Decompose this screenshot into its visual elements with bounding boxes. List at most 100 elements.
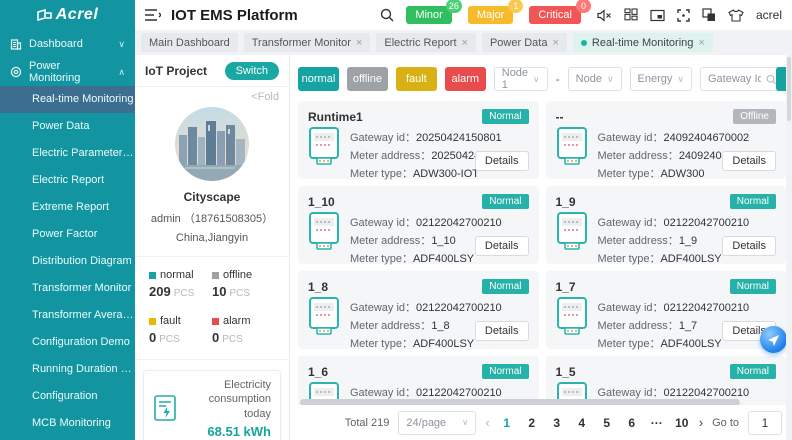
gateway-id: 02122042700210	[416, 217, 502, 229]
meter-address: 1_8	[431, 320, 449, 332]
gateway-id: 02122042700210	[664, 217, 750, 229]
tab-transformer-monitor[interactable]: Transformer Monitor ×	[244, 33, 371, 52]
sidebar-item-real-time-monitoring[interactable]: Real-time Monitoring	[0, 86, 135, 113]
major-alarm-badge[interactable]: Major1	[468, 6, 514, 24]
sidebar-item-power-monitoring[interactable]: Power Monitoring ∧	[0, 58, 135, 86]
theme-layers-icon[interactable]	[702, 8, 716, 22]
sidebar-item-running-duration-report[interactable]: Running Duration Report	[0, 356, 135, 383]
offline-legend-square	[212, 272, 219, 279]
theme-shirt-icon[interactable]	[728, 9, 744, 22]
next-page-button[interactable]: ›	[699, 415, 703, 430]
electricity-consumption-card[interactable]: Electricity consumption today 68.51 kWh	[143, 370, 281, 440]
vertical-scrollbar[interactable]	[786, 55, 792, 440]
filter-offline-button[interactable]: offline	[347, 67, 388, 91]
sidebar-item-power-data[interactable]: Power Data	[0, 113, 135, 140]
sidebar-item-transformer-monitor[interactable]: Transformer Monitor	[0, 275, 135, 302]
project-admin: admin （18761508305）	[135, 210, 289, 226]
meter-icon	[308, 297, 340, 335]
fault-legend-square	[149, 318, 156, 325]
switch-project-button[interactable]: Switch	[225, 62, 279, 80]
page-ellipsis[interactable]: ···	[649, 416, 665, 430]
critical-alarm-badge[interactable]: Critical0	[529, 6, 581, 24]
mute-icon[interactable]	[597, 9, 612, 22]
details-button[interactable]: Details	[475, 151, 529, 171]
meter-type: ADW300-IOT	[413, 168, 479, 180]
details-button[interactable]: Details	[722, 236, 776, 256]
details-button[interactable]: Details	[475, 236, 529, 256]
page-number-5[interactable]: 5	[599, 416, 615, 430]
page-number-2[interactable]: 2	[524, 416, 540, 430]
node-select-2[interactable]: Node∨	[568, 67, 622, 91]
details-button[interactable]: Details	[475, 321, 529, 341]
device-name: 1_9	[556, 195, 576, 209]
acrel-logo-icon	[37, 9, 52, 22]
status-badge: Normal	[482, 194, 528, 209]
user-name[interactable]: acrel	[756, 8, 782, 22]
stat-alarm: alarm 0PCS	[212, 315, 275, 345]
sidebar-item-extreme-report[interactable]: Extreme Report	[0, 194, 135, 221]
sidebar-item-configuration[interactable]: Configuration	[0, 383, 135, 410]
meter-icon	[556, 297, 588, 335]
alarm-summary: Minor26 Major1 Critical0	[406, 6, 581, 24]
screen-monitor-icon[interactable]	[650, 9, 665, 22]
tab-real-time-monitoring[interactable]: Real-time Monitoring ×	[573, 33, 713, 52]
iot-ems-platform-page: Acrel Dashboard ∨ Power Monitoring ∧ Rea…	[0, 0, 792, 440]
sidebar-item-distribution-diagram[interactable]: Distribution Diagram	[0, 248, 135, 275]
sidebar-item-mcb-monitoring[interactable]: MCB Monitoring	[0, 410, 135, 437]
goto-page-input[interactable]	[748, 411, 782, 435]
energy-select[interactable]: Energy∨	[630, 67, 692, 91]
cityscape-image	[175, 107, 249, 181]
close-icon[interactable]: ×	[462, 37, 468, 49]
minor-alarm-badge[interactable]: Minor26	[406, 6, 452, 24]
details-button[interactable]: Details	[722, 151, 776, 171]
fullscreen-icon[interactable]	[677, 9, 690, 22]
collapse-menu-icon[interactable]	[145, 9, 161, 21]
per-page-select[interactable]: 24/page∨	[398, 411, 476, 435]
header-actions: Minor26 Major1 Critical0 acrel	[380, 6, 782, 24]
tab-power-data[interactable]: Power Data ×	[482, 33, 567, 52]
gateway-id: 02122042700210	[664, 302, 750, 314]
tab-main-dashboard[interactable]: Main Dashboard	[141, 33, 238, 52]
page-number-1[interactable]: 1	[499, 416, 515, 430]
status-badge: Normal	[730, 279, 776, 294]
active-tab-dot	[581, 40, 587, 46]
chevron-down-icon: ∨	[607, 74, 614, 85]
floating-assistant-button[interactable]	[760, 326, 787, 353]
device-card: 1_7 Normal Gateway id：02122042700210 Met…	[546, 271, 787, 349]
filter-alarm-button[interactable]: alarm	[445, 67, 486, 91]
sidebar-item-transformer-average-load[interactable]: Transformer Average Loa...	[0, 302, 135, 329]
close-icon[interactable]: ×	[698, 37, 704, 49]
gateway-id: 02122042700210	[416, 302, 502, 314]
page-number-4[interactable]: 4	[574, 416, 590, 430]
sidebar-item-electric-parameter-report[interactable]: Electric Parameter Report	[0, 140, 135, 167]
sidebar: Acrel Dashboard ∨ Power Monitoring ∧ Rea…	[0, 0, 135, 440]
device-name: Runtime1	[308, 110, 363, 124]
fold-panel-link[interactable]: <Fold	[135, 87, 289, 103]
sidebar-item-configuration-demo[interactable]: Configuration Demo	[0, 329, 135, 356]
project-name: Cityscape	[135, 190, 289, 204]
search-icon[interactable]	[380, 8, 394, 22]
meter-type: ADF400LSY	[413, 338, 474, 350]
sidebar-item-electric-report[interactable]: Electric Report	[0, 167, 135, 194]
close-icon[interactable]: ×	[552, 37, 558, 49]
page-number-10[interactable]: 10	[674, 416, 690, 430]
node-select[interactable]: Node 1∨	[494, 67, 548, 91]
tab-electric-report[interactable]: Electric Report ×	[376, 33, 476, 52]
critical-alarm-count: 0	[576, 0, 591, 13]
page-number-3[interactable]: 3	[549, 416, 565, 430]
page-number-6[interactable]: 6	[624, 416, 640, 430]
pagination-total: Total 219	[345, 417, 390, 429]
stat-normal: normal 209PCS	[149, 269, 212, 299]
close-icon[interactable]: ×	[356, 37, 362, 49]
sidebar-submenu: Real-time Monitoring Power Data Electric…	[0, 86, 135, 437]
sidebar-item-power-factor[interactable]: Power Factor	[0, 221, 135, 248]
filter-fault-button[interactable]: fault	[396, 67, 437, 91]
filter-normal-button[interactable]: normal	[298, 67, 339, 91]
prev-page-button[interactable]: ‹	[485, 415, 489, 430]
apps-grid-icon[interactable]	[624, 8, 638, 22]
device-name: 1_6	[308, 365, 328, 379]
sidebar-item-dashboard[interactable]: Dashboard ∨	[0, 30, 135, 58]
chevron-down-icon: ∨	[118, 39, 125, 50]
sidebar-item-label: Power Monitoring	[29, 60, 111, 84]
gateway-search-input[interactable]: Gateway Id	[700, 67, 784, 91]
